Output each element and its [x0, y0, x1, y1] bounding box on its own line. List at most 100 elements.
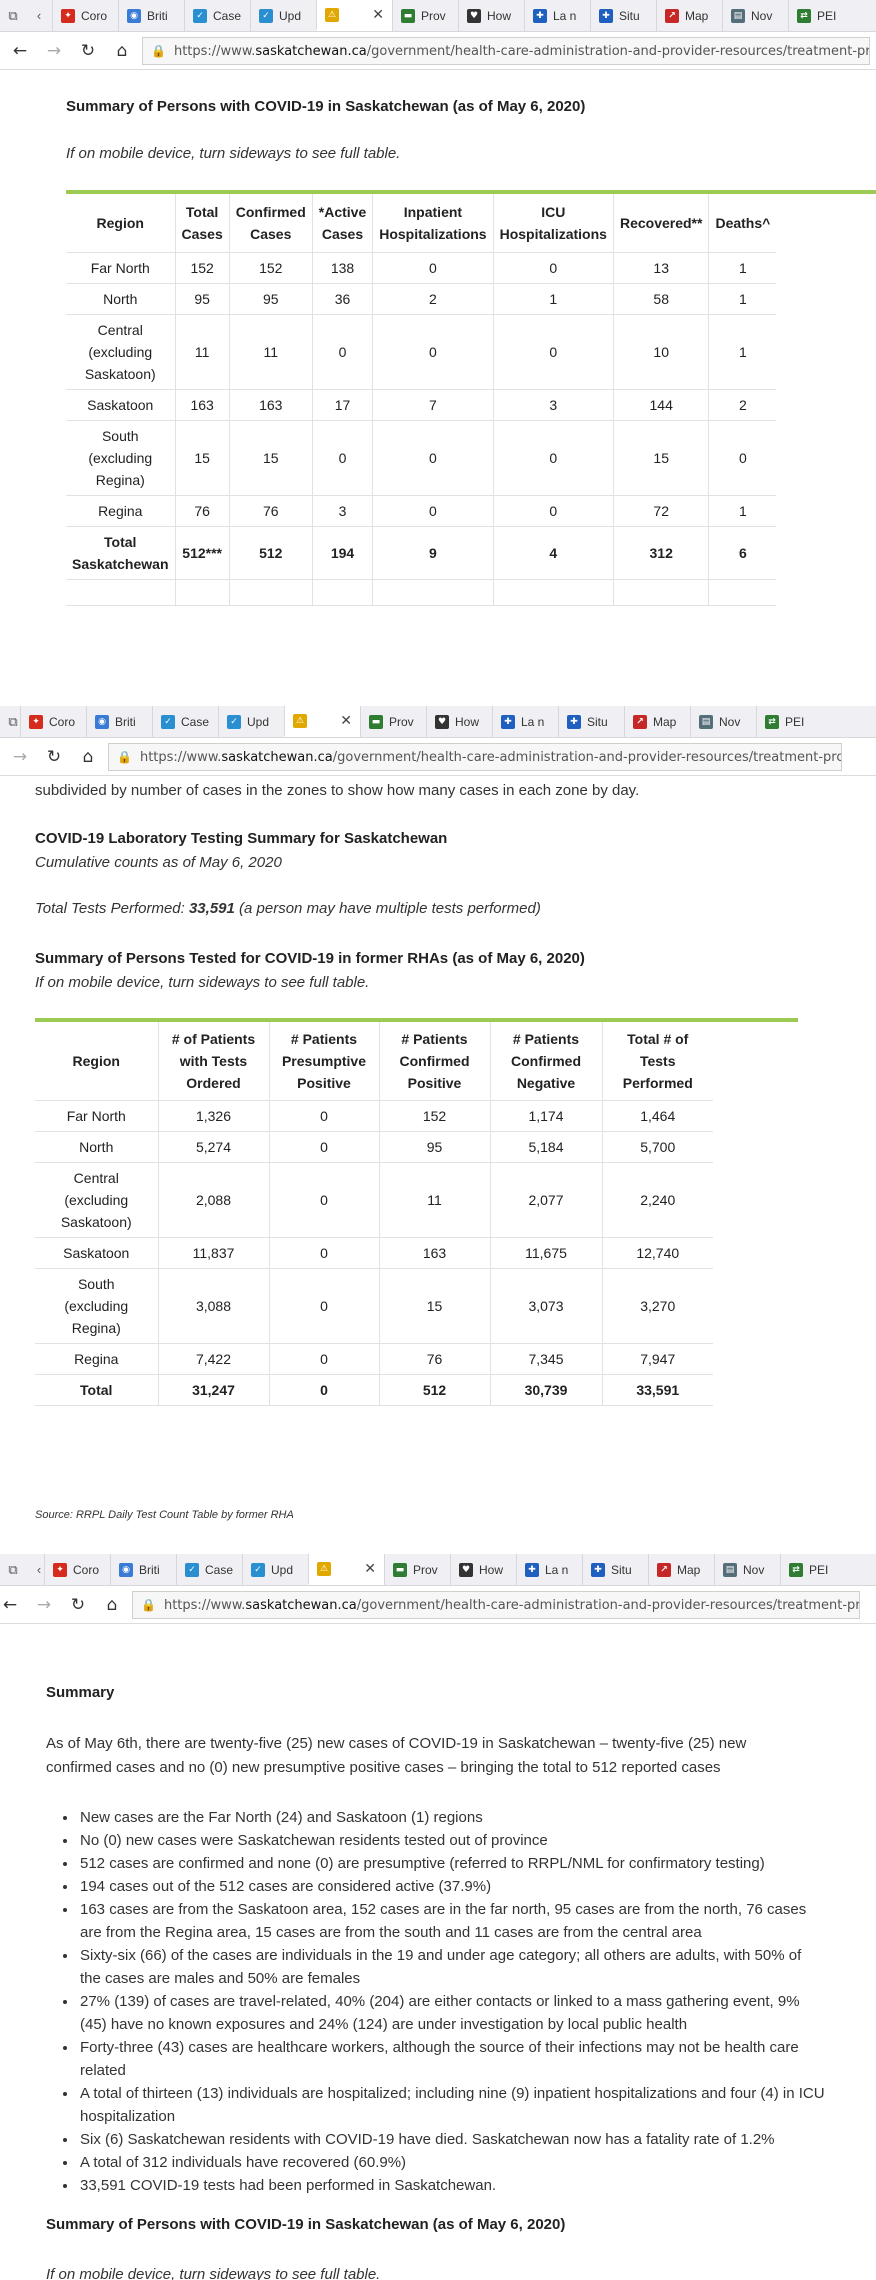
- address-bar[interactable]: 🔒 https://www.saskatchewan.ca/government…: [142, 37, 870, 65]
- reload-button[interactable]: ↻: [40, 743, 68, 771]
- row-label: Regina: [35, 1343, 159, 1375]
- url-text: https://www.saskatchewan.ca/government/h…: [174, 44, 869, 59]
- browser-tab[interactable]: ♥ How: [450, 1554, 516, 1585]
- browser-tab[interactable]: ✓ Case: [152, 706, 218, 737]
- tab-favicon-icon: ✦: [61, 8, 75, 23]
- forward-button[interactable]: →: [30, 1591, 58, 1619]
- column-header: Total # of Tests Performed: [602, 1022, 713, 1101]
- browser-tab[interactable]: ✦ Coro: [20, 706, 86, 737]
- url-path: /government/health-care-administration-a…: [332, 749, 841, 765]
- mobile-note: If on mobile device, turn sideways to se…: [66, 145, 401, 162]
- tab-label: How: [487, 8, 512, 23]
- home-button[interactable]: ⌂: [98, 1591, 126, 1619]
- back-button[interactable]: ←: [0, 1591, 24, 1619]
- browser-tab[interactable]: ⇄ PEI: [788, 0, 854, 31]
- tab-favicon-icon: ▬: [393, 1562, 407, 1577]
- table-row: North 5,274 0 95 5,184 5,700: [35, 1131, 713, 1163]
- browser-tab[interactable]: ♥ How: [458, 0, 524, 31]
- reload-button[interactable]: ↻: [74, 37, 102, 65]
- browser-tab[interactable]: ⚠ ✕: [284, 706, 360, 737]
- browser-tab[interactable]: ↗ Map: [624, 706, 690, 737]
- tab-favicon-icon: ✓: [259, 8, 273, 23]
- browser-tab[interactable]: ◉ Briti: [118, 0, 184, 31]
- table-row: South (excluding Regina) 3,088 0 15 3,073 3,2…: [35, 1268, 713, 1344]
- tab-favicon-icon: ◉: [119, 1562, 133, 1577]
- browser-tab[interactable]: ↗ Map: [648, 1554, 714, 1585]
- browser-tab[interactable]: ✓ Upd: [242, 1554, 308, 1585]
- column-header: *Active Cases: [312, 194, 374, 253]
- browser-tab[interactable]: ♥ How: [426, 706, 492, 737]
- browser-tab[interactable]: ▤ Nov: [722, 0, 788, 31]
- table-cell: 7: [372, 389, 494, 421]
- browser-tab[interactable]: ◉ Briti: [110, 1554, 176, 1585]
- browser-chrome: ⧉ ‹ ✦Coro◉Briti✓Case✓Upd⚠✕▬Prov♥How✚La n…: [0, 1554, 876, 1624]
- browser-tab[interactable]: ✦ Coro: [52, 0, 118, 31]
- column-header: Region: [66, 194, 176, 253]
- column-header: Total Cases: [175, 194, 230, 253]
- browser-tab[interactable]: ✦ Coro: [44, 1554, 110, 1585]
- browser-tab[interactable]: ✚ Situ: [582, 1554, 648, 1585]
- browser-tab[interactable]: ⚠ ✕: [316, 0, 392, 31]
- table-cell: 5,700: [602, 1131, 713, 1163]
- column-header: Deaths^: [708, 194, 777, 253]
- address-bar[interactable]: 🔒 https://www.saskatchewan.ca/government…: [132, 1591, 860, 1619]
- tab-list-icon[interactable]: ⧉: [0, 0, 26, 31]
- table-cell: 95: [379, 1131, 491, 1163]
- browser-tab[interactable]: ⚠ ✕: [308, 1554, 384, 1585]
- close-tab-icon[interactable]: ✕: [340, 712, 352, 729]
- close-tab-icon[interactable]: ✕: [364, 1560, 376, 1577]
- table-cell: 58: [613, 283, 710, 315]
- table-cell: 312: [613, 526, 710, 580]
- close-tab-icon[interactable]: ✕: [372, 6, 384, 23]
- browser-tab[interactable]: ✚ La n: [492, 706, 558, 737]
- browser-tab[interactable]: ◉ Briti: [86, 706, 152, 737]
- table-cell: 3,270: [602, 1268, 713, 1344]
- browser-tab[interactable]: ✚ Situ: [558, 706, 624, 737]
- url-host: saskatchewan.ca: [221, 749, 333, 765]
- browser-tab[interactable]: ✓ Case: [176, 1554, 242, 1585]
- tab-favicon-icon: ⚠: [293, 713, 307, 728]
- browser-tab[interactable]: ▤ Nov: [714, 1554, 780, 1585]
- tab-favicon-icon: ✚: [599, 8, 613, 23]
- table-cell: 2,240: [602, 1162, 713, 1238]
- url-text: https://www.saskatchewan.ca/government/h…: [140, 749, 841, 765]
- browser-tab[interactable]: ✚ La n: [524, 0, 590, 31]
- browser-tab[interactable]: ⇄ PEI: [756, 706, 822, 737]
- table-cell: 2,088: [158, 1162, 270, 1238]
- table-cell: 1,174: [490, 1100, 603, 1132]
- row-label: Total Saskatchewan: [66, 526, 176, 580]
- tab-list-icon[interactable]: ⧉: [0, 1554, 26, 1585]
- url-prefix: https://www.: [163, 1597, 246, 1613]
- table-cell: 0: [372, 495, 494, 527]
- forward-button[interactable]: →: [40, 37, 68, 65]
- table-cell: 12,740: [602, 1237, 713, 1269]
- row-label: Total: [35, 1374, 159, 1406]
- back-button[interactable]: ←: [6, 37, 34, 65]
- browser-tab[interactable]: ↗ Map: [656, 0, 722, 31]
- browser-tab[interactable]: ✓ Case: [184, 0, 250, 31]
- tab-favicon-icon: ▬: [369, 714, 383, 729]
- tab-label: Case: [213, 8, 242, 23]
- screenshot-section-3: Summary As of May 6th, there are twenty-…: [0, 1624, 876, 2280]
- browser-tab[interactable]: ▬ Prov: [392, 0, 458, 31]
- tab-favicon-icon: ⚠: [325, 7, 339, 22]
- browser-tab[interactable]: ▬ Prov: [360, 706, 426, 737]
- address-bar[interactable]: 🔒 https://www.saskatchewan.ca/government…: [108, 743, 842, 771]
- home-button[interactable]: ⌂: [74, 743, 102, 771]
- table-cell: 15: [613, 420, 710, 496]
- tab-favicon-icon: ✚: [533, 8, 547, 23]
- home-button[interactable]: ⌂: [108, 37, 136, 65]
- browser-tab[interactable]: ▬ Prov: [384, 1554, 450, 1585]
- browser-tab[interactable]: ▤ Nov: [690, 706, 756, 737]
- browser-tab[interactable]: ✚ Situ: [590, 0, 656, 31]
- lock-icon: 🔒: [117, 750, 132, 764]
- tab-label: Coro: [81, 8, 108, 23]
- reload-button[interactable]: ↻: [64, 1591, 92, 1619]
- browser-tab[interactable]: ✓ Upd: [218, 706, 284, 737]
- table-cell: 512***: [175, 526, 230, 580]
- forward-button[interactable]: →: [6, 743, 34, 771]
- browser-tab[interactable]: ✚ La n: [516, 1554, 582, 1585]
- browser-tab[interactable]: ⇄ PEI: [780, 1554, 846, 1585]
- browser-tab[interactable]: ✓ Upd: [250, 0, 316, 31]
- scroll-tabs-left-icon[interactable]: ‹: [26, 0, 52, 31]
